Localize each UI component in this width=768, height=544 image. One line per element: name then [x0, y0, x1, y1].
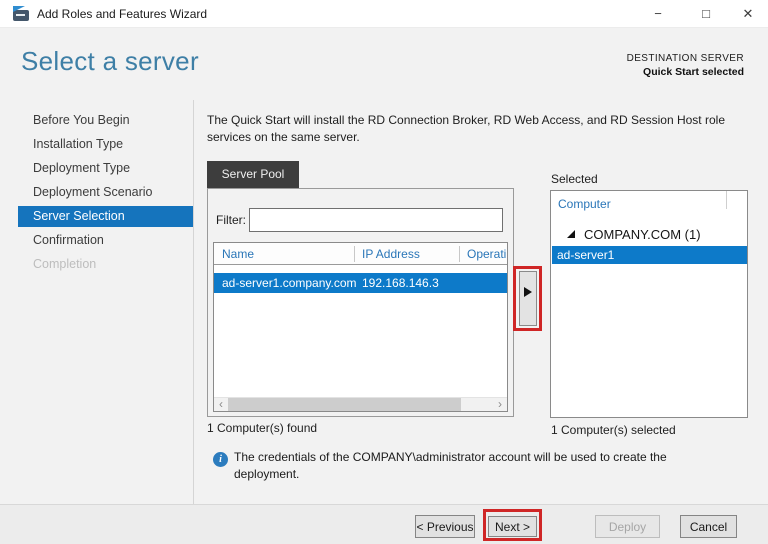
destination-server-value: Quick Start selected	[643, 66, 744, 78]
column-header-ip-address[interactable]: IP Address	[362, 243, 420, 264]
sidebar-item-installation-type[interactable]: Installation Type	[18, 132, 193, 156]
sidebar-item-before-you-begin[interactable]: Before You Begin	[18, 108, 193, 132]
previous-button[interactable]: < Previous	[415, 515, 475, 538]
computers-selected-status: 1 Computer(s) selected	[551, 423, 676, 437]
column-header-computer[interactable]: Computer	[558, 197, 611, 211]
minimize-icon[interactable]: −	[641, 0, 675, 28]
wizard-window: Add Roles and Features Wizard − □ ✕ Sele…	[0, 0, 768, 544]
column-header-operating-system[interactable]: Operating	[467, 243, 507, 264]
deploy-button[interactable]: Deploy	[595, 515, 660, 538]
scroll-left-icon[interactable]: ‹	[214, 398, 228, 411]
table-row[interactable]: ad-server1.company.com 192.168.146.3	[214, 273, 507, 293]
tree-group-company[interactable]: COMPANY.COM (1)	[567, 227, 701, 245]
page-title: Select a server	[21, 46, 199, 76]
next-button[interactable]: Next >	[488, 516, 537, 537]
info-icon: i	[213, 452, 228, 467]
wizard-steps-sidebar: Before You Begin Installation Type Deplo…	[0, 100, 194, 504]
sidebar-item-confirmation[interactable]: Confirmation	[18, 228, 193, 252]
sidebar-item-completion: Completion	[33, 257, 97, 271]
selected-panel-label: Selected	[551, 172, 598, 186]
table-header-row: Name IP Address Operating	[214, 243, 507, 265]
close-icon[interactable]: ✕	[731, 0, 765, 28]
footer-bar: < Previous Next > Deploy Cancel	[0, 504, 768, 544]
column-divider	[726, 191, 727, 209]
server-pool-panel: Filter: Name IP Address Operating ad-ser…	[207, 188, 514, 417]
info-message-text: The credentials of the COMPANY\administr…	[234, 450, 667, 481]
column-divider	[459, 246, 460, 262]
wizard-icon	[13, 6, 30, 22]
page-description: The Quick Start will install the RD Conn…	[207, 113, 725, 144]
destination-server-block: DESTINATION SERVER Quick Start selected	[627, 53, 744, 78]
column-divider	[354, 246, 355, 262]
destination-server-label: DESTINATION SERVER	[626, 53, 744, 64]
tab-server-pool[interactable]: Server Pool	[207, 161, 299, 188]
cancel-button[interactable]: Cancel	[680, 515, 737, 538]
maximize-icon[interactable]: □	[689, 0, 723, 28]
selected-computers-panel: Computer COMPANY.COM (1) ad-server1	[550, 190, 748, 418]
scrollbar-thumb[interactable]	[228, 398, 461, 411]
window-title: Add Roles and Features Wizard	[37, 7, 208, 21]
server-ip-cell: 192.168.146.3	[362, 276, 439, 290]
tree-expanded-icon[interactable]	[567, 230, 575, 238]
add-server-button[interactable]	[519, 271, 537, 326]
title-bar: Add Roles and Features Wizard − □ ✕	[0, 0, 768, 28]
computers-found-status: 1 Computer(s) found	[207, 421, 318, 435]
server-pool-table: Name IP Address Operating ad-server1.com…	[213, 242, 508, 412]
horizontal-scrollbar[interactable]: ‹ ›	[214, 397, 507, 411]
sidebar-item-deployment-type[interactable]: Deployment Type	[18, 156, 193, 180]
sidebar-item-deployment-scenario[interactable]: Deployment Scenario	[18, 180, 193, 204]
tree-group-label: COMPANY.COM (1)	[584, 227, 701, 242]
right-arrow-icon	[524, 287, 532, 297]
tree-item-ad-server1[interactable]: ad-server1	[552, 246, 747, 264]
filter-input[interactable]	[249, 208, 503, 232]
sidebar-item-server-selection[interactable]: Server Selection	[18, 206, 193, 227]
column-header-name[interactable]: Name	[222, 243, 254, 264]
scroll-right-icon[interactable]: ›	[493, 398, 507, 411]
filter-label: Filter:	[216, 213, 246, 227]
server-name-cell: ad-server1.company.com	[222, 276, 357, 290]
